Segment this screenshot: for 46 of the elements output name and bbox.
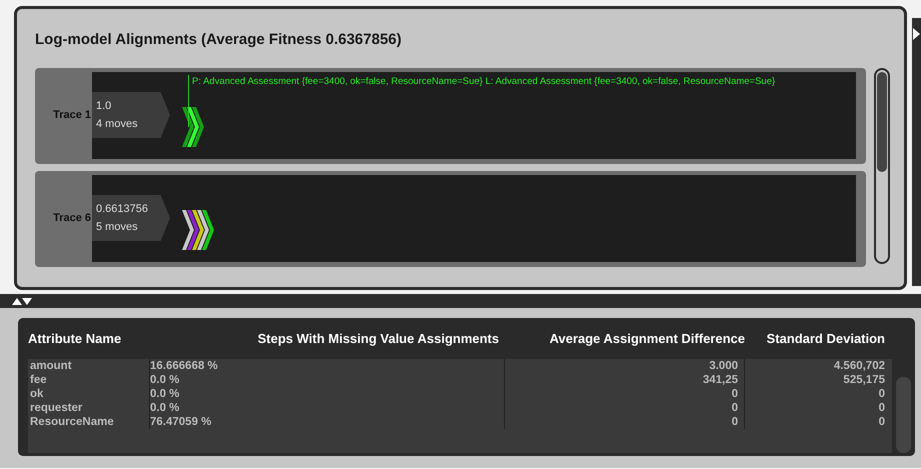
move-chevron-icon[interactable]	[192, 107, 204, 147]
table-cell-text: 4.560,702	[832, 358, 885, 372]
column-header: Average Assignment Difference	[548, 330, 745, 348]
move-chevron-icon[interactable]	[187, 210, 199, 250]
table-cell: 0	[505, 386, 745, 400]
table-cell-text: 525,175	[842, 372, 885, 386]
panel-title: Log-model Alignments (Average Fitness 0.6367856)	[35, 30, 402, 50]
move-chevron-icon[interactable]	[192, 210, 204, 250]
table-cell-text: 0	[878, 400, 885, 414]
move-chevron-icon[interactable]	[197, 210, 209, 250]
table-cell: 0.0 %	[150, 386, 505, 400]
table-cell: amount	[28, 358, 150, 372]
column-header: Standard Deviation	[766, 330, 885, 348]
scrollbar-thumb[interactable]	[877, 72, 887, 172]
table-cell: fee	[28, 372, 150, 386]
scrollbar[interactable]	[874, 68, 890, 264]
table-cell: 341,25	[505, 372, 745, 386]
table-cell: 0	[505, 400, 745, 414]
table-cell: requester	[28, 400, 150, 414]
expand-arrow-icon[interactable]	[913, 28, 920, 40]
moves-count: 5 moves	[96, 220, 139, 235]
move-chevron-icon[interactable]	[187, 107, 199, 147]
table-cell: 16.666668 %	[150, 358, 505, 372]
table-cell: ResourceName	[28, 414, 150, 428]
column-header: Attribute Name	[28, 330, 122, 348]
table-cell-text: 0	[878, 414, 885, 428]
table-cell: 0.0 %	[150, 400, 505, 414]
trace-name: Trace 1	[52, 108, 92, 123]
table-cell: ok	[28, 386, 150, 400]
move-chevron-icon[interactable]	[182, 107, 194, 147]
table-cell: 3.000	[505, 358, 745, 372]
table-cell: 0	[505, 414, 745, 428]
collapse-arrows-icon[interactable]	[12, 298, 32, 304]
move-label: P: Advanced Assessment {fee=3400, ok=false, ResourceName=Sue} L: Advanced Assessment {fee=3400, ok=false, ResourceName=Sue}	[192, 74, 776, 88]
moves-count: 4 moves	[96, 117, 139, 132]
column-header: Steps With Missing Value Assignments	[256, 330, 500, 348]
table-cell-text: 0	[878, 386, 885, 400]
fitness-value: 1.0	[96, 99, 112, 114]
table-cell: 76.47059 %	[150, 414, 505, 428]
fitness-value: 0.6613756	[96, 202, 149, 217]
move-chevron-icon[interactable]	[182, 210, 194, 250]
table-cell: 0.0 %	[150, 372, 505, 386]
move-chevron-icon[interactable]	[202, 210, 214, 250]
trace-name: Trace 6	[52, 210, 92, 226]
leader-line	[188, 74, 189, 126]
scrollbar-thumb[interactable]	[896, 376, 911, 452]
